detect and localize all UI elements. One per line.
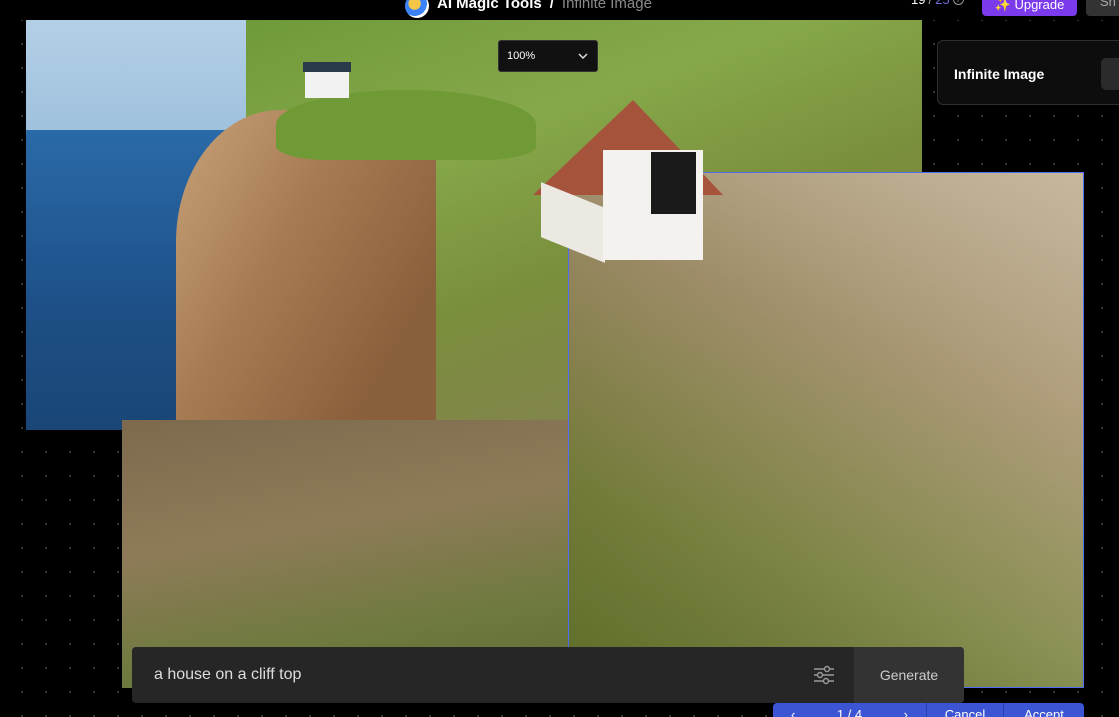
breadcrumb: AI Magic Tools / Infinite Image xyxy=(405,0,652,18)
credits-used: 19 xyxy=(911,0,925,7)
distant-house xyxy=(303,62,351,98)
result-pager: ‹ 1 / 4 › xyxy=(773,703,927,717)
accept-button[interactable]: Accept xyxy=(1004,703,1084,717)
panel-title: Infinite Image xyxy=(954,66,1045,82)
credits-separator: / xyxy=(928,0,932,7)
prompt-input[interactable] xyxy=(132,647,804,703)
cancel-button[interactable]: Cancel xyxy=(927,703,1004,717)
sliders-icon[interactable] xyxy=(804,647,844,703)
credits-total: 25 xyxy=(935,0,949,7)
prompt-bar: Generate xyxy=(132,647,964,703)
result-navigation: ‹ 1 / 4 › Cancel Accept xyxy=(773,703,1084,717)
generate-button[interactable]: Generate xyxy=(854,647,964,703)
result-counter: 1 / 4 xyxy=(836,707,863,717)
infinite-canvas[interactable] xyxy=(0,0,1119,717)
tool-panel: Infinite Image xyxy=(937,40,1119,105)
zoom-select[interactable]: 100% xyxy=(498,40,598,72)
chevron-down-icon xyxy=(578,53,588,60)
upgrade-button[interactable]: ✨ Upgrade xyxy=(982,0,1077,16)
breadcrumb-app[interactable]: AI Magic Tools xyxy=(437,0,542,12)
share-button[interactable]: Sh xyxy=(1086,0,1119,16)
panel-toggle-button[interactable] xyxy=(1101,58,1119,90)
app-logo-icon[interactable] xyxy=(405,0,429,18)
info-icon[interactable]: i xyxy=(952,0,964,5)
zoom-value: 100% xyxy=(507,50,536,62)
cliff-house xyxy=(533,100,733,265)
credits-counter: 19 / 25 i xyxy=(911,0,964,7)
next-result-icon[interactable]: › xyxy=(904,707,908,717)
previous-result-icon[interactable]: ‹ xyxy=(791,707,795,717)
top-bar: AI Magic Tools / Infinite Image 19 / 25 … xyxy=(0,0,1119,20)
breadcrumb-page: Infinite Image xyxy=(561,0,652,12)
breadcrumb-separator: / xyxy=(549,0,554,12)
sliders-icon-graphic xyxy=(814,665,834,685)
